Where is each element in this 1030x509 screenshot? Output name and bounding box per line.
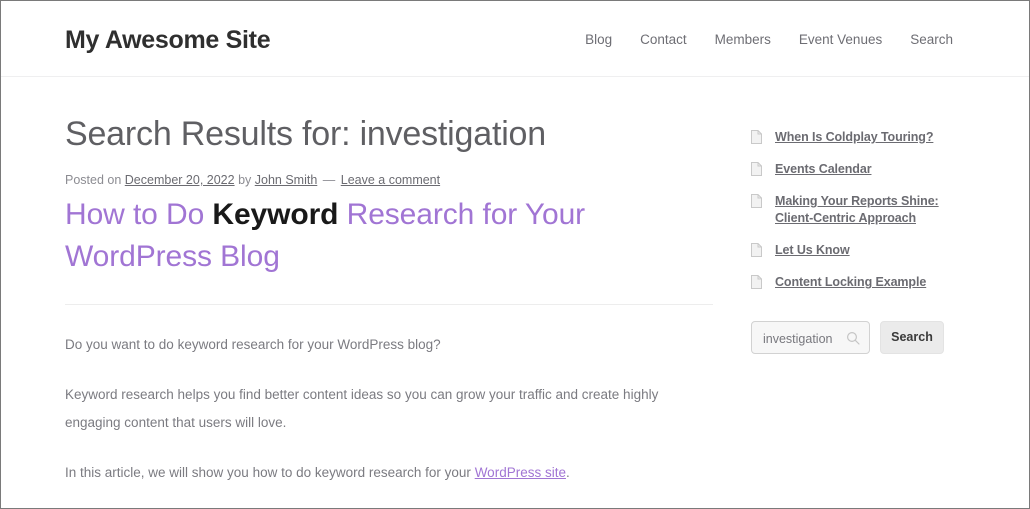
post-date-link[interactable]: December 20, 2022 — [125, 173, 235, 187]
main-content: Search Results for: investigation Posted… — [65, 113, 713, 508]
main-navigation: Blog Contact Members Event Venues Search — [585, 31, 953, 49]
list-item[interactable]: Events Calendar — [751, 161, 967, 178]
page-title: Search Results for: investigation — [65, 115, 546, 153]
entry-title[interactable]: How to Do Keyword Research for Your Word… — [65, 194, 713, 278]
recent-posts-list: When Is Coldplay Touring? Events Calenda… — [751, 129, 967, 291]
paragraph-3-before: In this article, we will show you how to… — [65, 465, 475, 480]
list-item[interactable]: Content Locking Example — [751, 274, 967, 291]
nav-item-blog[interactable]: Blog — [585, 31, 612, 49]
recent-post-link[interactable]: Events Calendar — [775, 161, 872, 178]
recent-post-link[interactable]: Content Locking Example — [775, 274, 926, 291]
leave-a-comment-link[interactable]: Leave a comment — [341, 173, 440, 187]
recent-post-link[interactable]: Let Us Know — [775, 242, 850, 259]
search-button[interactable]: Search — [880, 321, 944, 354]
document-icon — [751, 162, 762, 176]
search-input-value: investigation — [763, 332, 833, 346]
document-icon — [751, 130, 762, 144]
site-title[interactable]: My Awesome Site — [65, 25, 271, 55]
search-input[interactable]: investigation — [751, 321, 870, 354]
list-item[interactable]: When Is Coldplay Touring? — [751, 129, 967, 146]
nav-item-members[interactable]: Members — [715, 31, 771, 49]
browser-viewport: My Awesome Site Blog Contact Members Eve… — [0, 0, 1030, 509]
meta-separator: — — [322, 173, 336, 187]
entry-title-before: How to Do — [65, 198, 213, 231]
list-item[interactable]: Making Your Reports Shine: Client-Centri… — [751, 193, 967, 227]
list-item[interactable]: Let Us Know — [751, 242, 967, 259]
nav-item-search[interactable]: Search — [910, 31, 953, 49]
posted-on-label: Posted on — [65, 173, 122, 187]
by-label: by — [238, 173, 252, 187]
search-form: investigation Search — [751, 321, 944, 354]
nav-item-contact[interactable]: Contact — [640, 31, 687, 49]
entry-body: Do you want to do keyword research for y… — [65, 331, 713, 508]
nav-item-event-venues[interactable]: Event Venues — [799, 31, 882, 49]
entry-paragraph-3: In this article, we will show you how to… — [65, 459, 713, 487]
recent-post-link[interactable]: Making Your Reports Shine: Client-Centri… — [775, 193, 967, 227]
entry-paragraph-2: Keyword research helps you find better c… — [65, 387, 659, 430]
wordpress-site-link[interactable]: WordPress site — [475, 465, 566, 480]
sidebar: When Is Coldplay Touring? Events Calenda… — [751, 129, 967, 354]
entry-meta: Posted on December 20, 2022 by John Smit… — [65, 172, 713, 188]
search-icon — [846, 331, 860, 345]
document-icon — [751, 243, 762, 257]
content-divider — [65, 304, 713, 305]
site-header: My Awesome Site Blog Contact Members Eve… — [1, 1, 1029, 77]
post-author-link[interactable]: John Smith — [255, 173, 318, 187]
recent-post-link[interactable]: When Is Coldplay Touring? — [775, 129, 933, 146]
paragraph-3-after: . — [565, 465, 570, 480]
document-icon — [751, 194, 762, 208]
entry-paragraph-1: Do you want to do keyword research for y… — [65, 337, 441, 352]
entry-title-highlight: Keyword — [212, 198, 339, 231]
document-icon — [751, 275, 762, 289]
